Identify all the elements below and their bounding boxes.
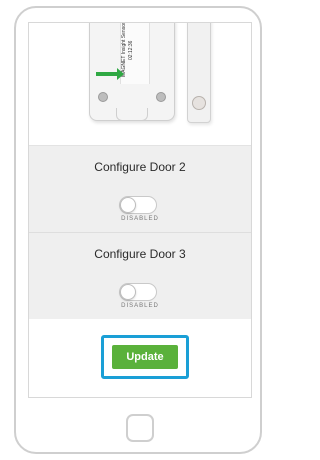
configure-door-3-section: Configure Door 3 DISABLED [29,233,251,320]
toggle-knob [120,284,136,300]
door-sensor-image: MAGNET Insight Sensor 02:12:36 [89,23,175,121]
update-button[interactable]: Update [112,345,178,369]
screw-icon [156,92,166,102]
section-title: Configure Door 2 [94,160,186,174]
toggle-knob [120,197,136,213]
screw-icon [98,92,108,102]
sensor-tab [116,108,148,121]
magnet-dot-icon [192,96,206,110]
update-highlight-box: Update [101,335,189,379]
configure-door-2-section: Configure Door 2 DISABLED [29,146,251,233]
toggle-status-label: DISABLED [121,216,159,222]
alignment-arrow-icon [96,68,124,80]
tablet-frame: MAGNET Insight Sensor 02:12:36 Configure… [14,6,262,454]
app-screen: MAGNET Insight Sensor 02:12:36 Configure… [28,22,252,398]
door-3-toggle[interactable] [119,283,157,301]
update-area: Update [29,319,251,397]
sensor-sticker-label: MAGNET Insight Sensor 02:12:36 [120,23,150,84]
magnet-image [187,23,211,123]
sensor-photo: MAGNET Insight Sensor 02:12:36 [29,23,251,146]
section-title: Configure Door 3 [94,247,186,261]
door-2-toggle[interactable] [119,196,157,214]
toggle-status-label: DISABLED [121,303,159,309]
home-button[interactable] [126,414,154,442]
